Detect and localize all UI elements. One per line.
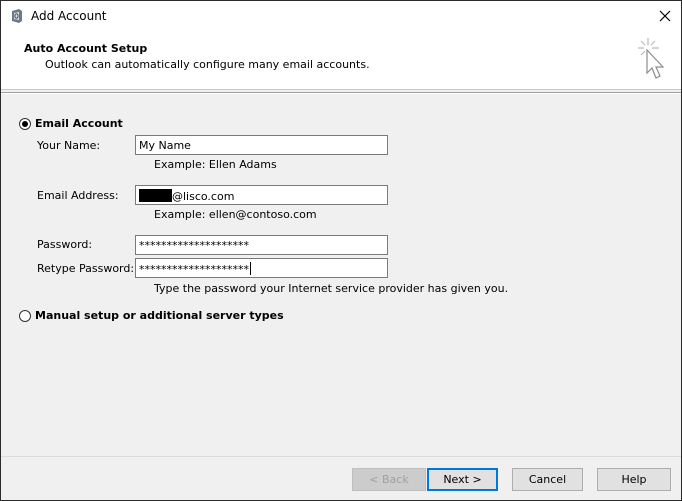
window-title: Add Account — [31, 9, 107, 23]
email-address-value: @lisco.com — [172, 190, 235, 203]
add-account-dialog: Add Account Auto Account Setup Outlook c… — [0, 0, 682, 501]
wizard-header: Auto Account Setup Outlook can automatic… — [1, 31, 681, 90]
header-divider — [1, 92, 681, 94]
text-caret — [250, 262, 251, 275]
help-button[interactable]: Help — [597, 468, 671, 491]
email-address-input[interactable]: @lisco.com — [135, 185, 388, 205]
cancel-button[interactable]: Cancel — [512, 468, 583, 491]
title-bar: Add Account — [1, 1, 681, 31]
your-name-hint: Example: Ellen Adams — [154, 158, 277, 171]
email-address-hint: Example: ellen@contoso.com — [154, 208, 317, 221]
your-name-label: Your Name: — [37, 139, 101, 152]
email-account-label[interactable]: Email Account — [35, 117, 123, 130]
redacted-block — [139, 189, 172, 202]
cursor-sparkle-icon — [638, 38, 665, 79]
manual-setup-radio[interactable] — [19, 310, 31, 322]
manual-setup-label[interactable]: Manual setup or additional server types — [35, 309, 284, 322]
retype-password-input[interactable]: ******************** — [135, 258, 388, 278]
next-button[interactable]: Next > — [427, 468, 498, 491]
your-name-input[interactable]: My Name — [135, 135, 388, 155]
email-account-radio[interactable] — [19, 118, 31, 130]
password-input[interactable]: ******************** — [135, 235, 388, 255]
close-icon[interactable] — [655, 6, 675, 26]
email-address-label: Email Address: — [37, 189, 119, 202]
retype-password-label: Retype Password: — [37, 262, 135, 275]
outlook-app-icon — [12, 9, 22, 23]
page-title: Auto Account Setup — [24, 42, 148, 55]
back-button[interactable]: < Back — [352, 468, 426, 491]
password-hint: Type the password your Internet service … — [154, 282, 509, 295]
your-name-value: My Name — [139, 139, 191, 152]
page-subtitle: Outlook can automatically configure many… — [45, 58, 370, 71]
password-label: Password: — [37, 238, 93, 251]
radio-selected-dot — [22, 121, 28, 127]
retype-password-value: ******************** — [139, 263, 249, 276]
footer-divider — [1, 456, 681, 457]
password-value: ******************** — [139, 239, 249, 252]
